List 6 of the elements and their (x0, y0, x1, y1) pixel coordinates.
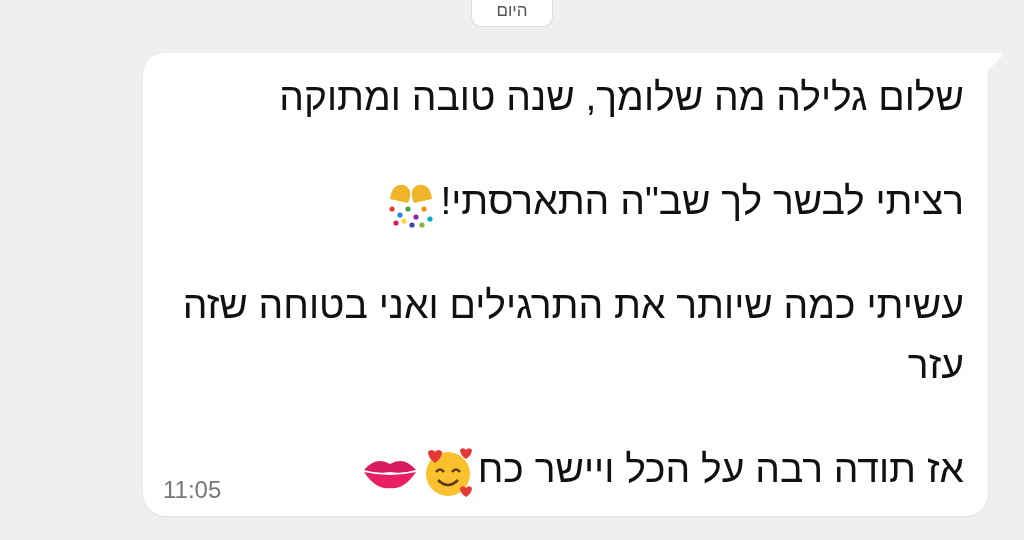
message-text: אז תודה רבה על הכל ויישר כח (477, 447, 964, 490)
message-text: שלום גלילה מה שלומך, שנה טובה ומתוקה (279, 75, 964, 118)
message-text: עשיתי כמה שיותר את התרגילים ואני בטוחה שזה עזר (182, 283, 964, 386)
message-time: 11:05 (163, 475, 222, 504)
date-chip: היום (471, 0, 553, 27)
message-text: רציתי לבשר לך שב"ה התארסתי! (440, 179, 964, 222)
